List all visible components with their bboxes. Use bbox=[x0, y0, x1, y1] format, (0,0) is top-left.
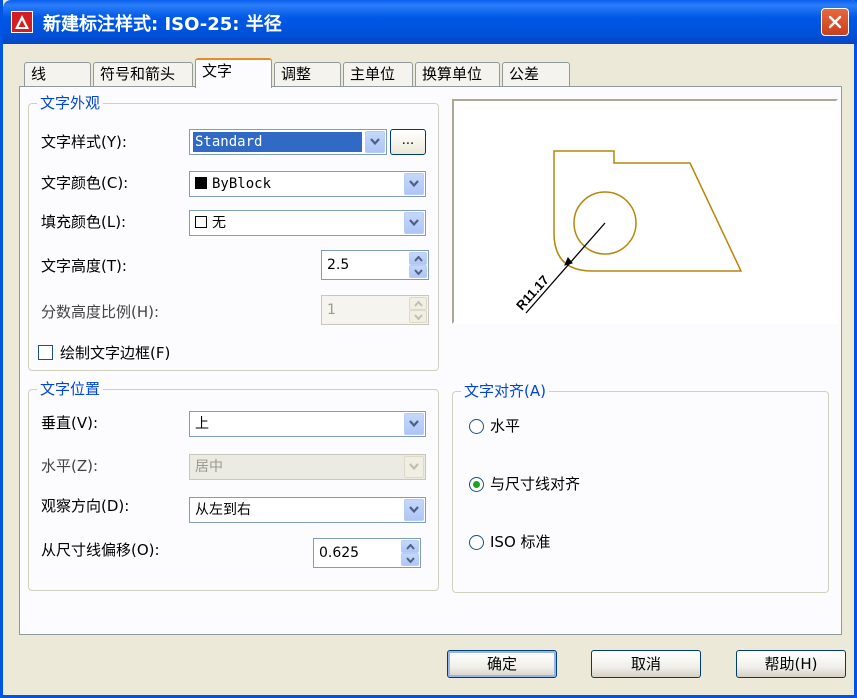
horizontal-value: 居中 bbox=[195, 459, 223, 475]
chevron-up-icon bbox=[414, 256, 423, 262]
chevron-down-icon bbox=[414, 314, 423, 320]
spin-down-button[interactable] bbox=[409, 310, 427, 323]
text-placement-title: 文字位置 bbox=[37, 380, 104, 398]
draw-frame-checkbox[interactable] bbox=[38, 345, 53, 360]
dialog-window: 新建标注样式: ISO-25: 半径 线 符号和箭头 文字 调整 主单位 换算单… bbox=[0, 0, 857, 698]
text-color-label: 文字颜色(C): bbox=[41, 174, 129, 192]
text-height-label: 文字高度(T): bbox=[41, 257, 127, 275]
text-height-value: 2.5 bbox=[327, 257, 350, 273]
dropdown-button[interactable] bbox=[404, 173, 424, 195]
horizontal-select[interactable]: 居中 bbox=[189, 454, 426, 480]
chevron-down-icon bbox=[406, 557, 415, 563]
dropdown-button[interactable] bbox=[404, 456, 424, 478]
dropdown-button[interactable] bbox=[404, 212, 424, 234]
view-direction-label: 观察方向(D): bbox=[41, 497, 130, 515]
spin-down-button[interactable] bbox=[409, 265, 427, 278]
preview-drawing: R11.17 bbox=[513, 150, 743, 314]
dimension-preview: R11.17 bbox=[452, 99, 838, 324]
color-swatch-icon bbox=[195, 177, 207, 189]
view-direction-value: 从左到右 bbox=[195, 502, 251, 518]
text-style-select[interactable]: Standard bbox=[189, 129, 387, 155]
dropdown-button[interactable] bbox=[404, 413, 424, 435]
text-appearance-title: 文字外观 bbox=[37, 94, 104, 112]
chevron-down-icon bbox=[409, 506, 419, 514]
draw-frame-label: 绘制文字边框(F) bbox=[60, 344, 171, 362]
fill-color-value: 无 bbox=[212, 215, 226, 231]
fill-color-select[interactable]: 无 bbox=[189, 210, 426, 236]
offset-label: 从尺寸线偏移(O): bbox=[41, 541, 160, 559]
vertical-value: 上 bbox=[195, 416, 209, 432]
fraction-scale-spinner[interactable]: 1 bbox=[321, 295, 429, 325]
preview-dimension-text: R11.17 bbox=[513, 272, 552, 313]
chevron-down-icon bbox=[414, 269, 423, 275]
offset-spinner[interactable]: 0.625 bbox=[313, 538, 421, 568]
text-color-value: ByBlock bbox=[212, 176, 272, 192]
align-horizontal-label: 水平 bbox=[490, 417, 521, 435]
spin-up-button[interactable] bbox=[401, 540, 419, 553]
chevron-down-icon bbox=[409, 180, 419, 188]
chevron-up-icon bbox=[406, 544, 415, 550]
offset-value: 0.625 bbox=[319, 545, 360, 561]
chevron-down-icon bbox=[409, 219, 419, 227]
text-alignment-title: 文字对齐(A) bbox=[461, 382, 549, 400]
fraction-scale-label: 分数高度比例(H): bbox=[41, 303, 160, 321]
align-iso-radio[interactable] bbox=[469, 535, 484, 550]
horizontal-label: 水平(Z): bbox=[41, 457, 99, 475]
spin-up-button[interactable] bbox=[409, 297, 427, 310]
fraction-scale-value: 1 bbox=[327, 302, 336, 318]
vertical-label: 垂直(V): bbox=[41, 414, 99, 432]
chevron-down-icon bbox=[370, 138, 380, 146]
vertical-select[interactable]: 上 bbox=[189, 411, 426, 437]
chevron-down-icon bbox=[409, 463, 419, 471]
text-style-value: Standard bbox=[193, 132, 362, 152]
chevron-down-icon bbox=[409, 420, 419, 428]
text-style-browse-button[interactable]: ... bbox=[390, 129, 426, 155]
spin-down-button[interactable] bbox=[401, 553, 419, 566]
align-with-dimline-radio[interactable] bbox=[469, 477, 484, 492]
fill-color-label: 填充颜色(L): bbox=[41, 213, 127, 231]
align-horizontal-radio[interactable] bbox=[469, 419, 484, 434]
panel-content: 文字外观 文字样式(Y): Standard ... 文字颜色(C): ByBl… bbox=[3, 0, 857, 698]
text-color-select[interactable]: ByBlock bbox=[189, 171, 426, 197]
view-direction-select[interactable]: 从左到右 bbox=[189, 497, 426, 523]
align-with-dimline-label: 与尺寸线对齐 bbox=[490, 475, 581, 493]
color-swatch-icon bbox=[195, 216, 207, 228]
text-height-spinner[interactable]: 2.5 bbox=[321, 250, 429, 280]
dropdown-button[interactable] bbox=[404, 499, 424, 521]
chevron-up-icon bbox=[414, 301, 423, 307]
dropdown-button[interactable] bbox=[365, 131, 385, 153]
spin-up-button[interactable] bbox=[409, 252, 427, 265]
align-iso-label: ISO 标准 bbox=[490, 533, 551, 551]
text-style-label: 文字样式(Y): bbox=[41, 133, 127, 151]
